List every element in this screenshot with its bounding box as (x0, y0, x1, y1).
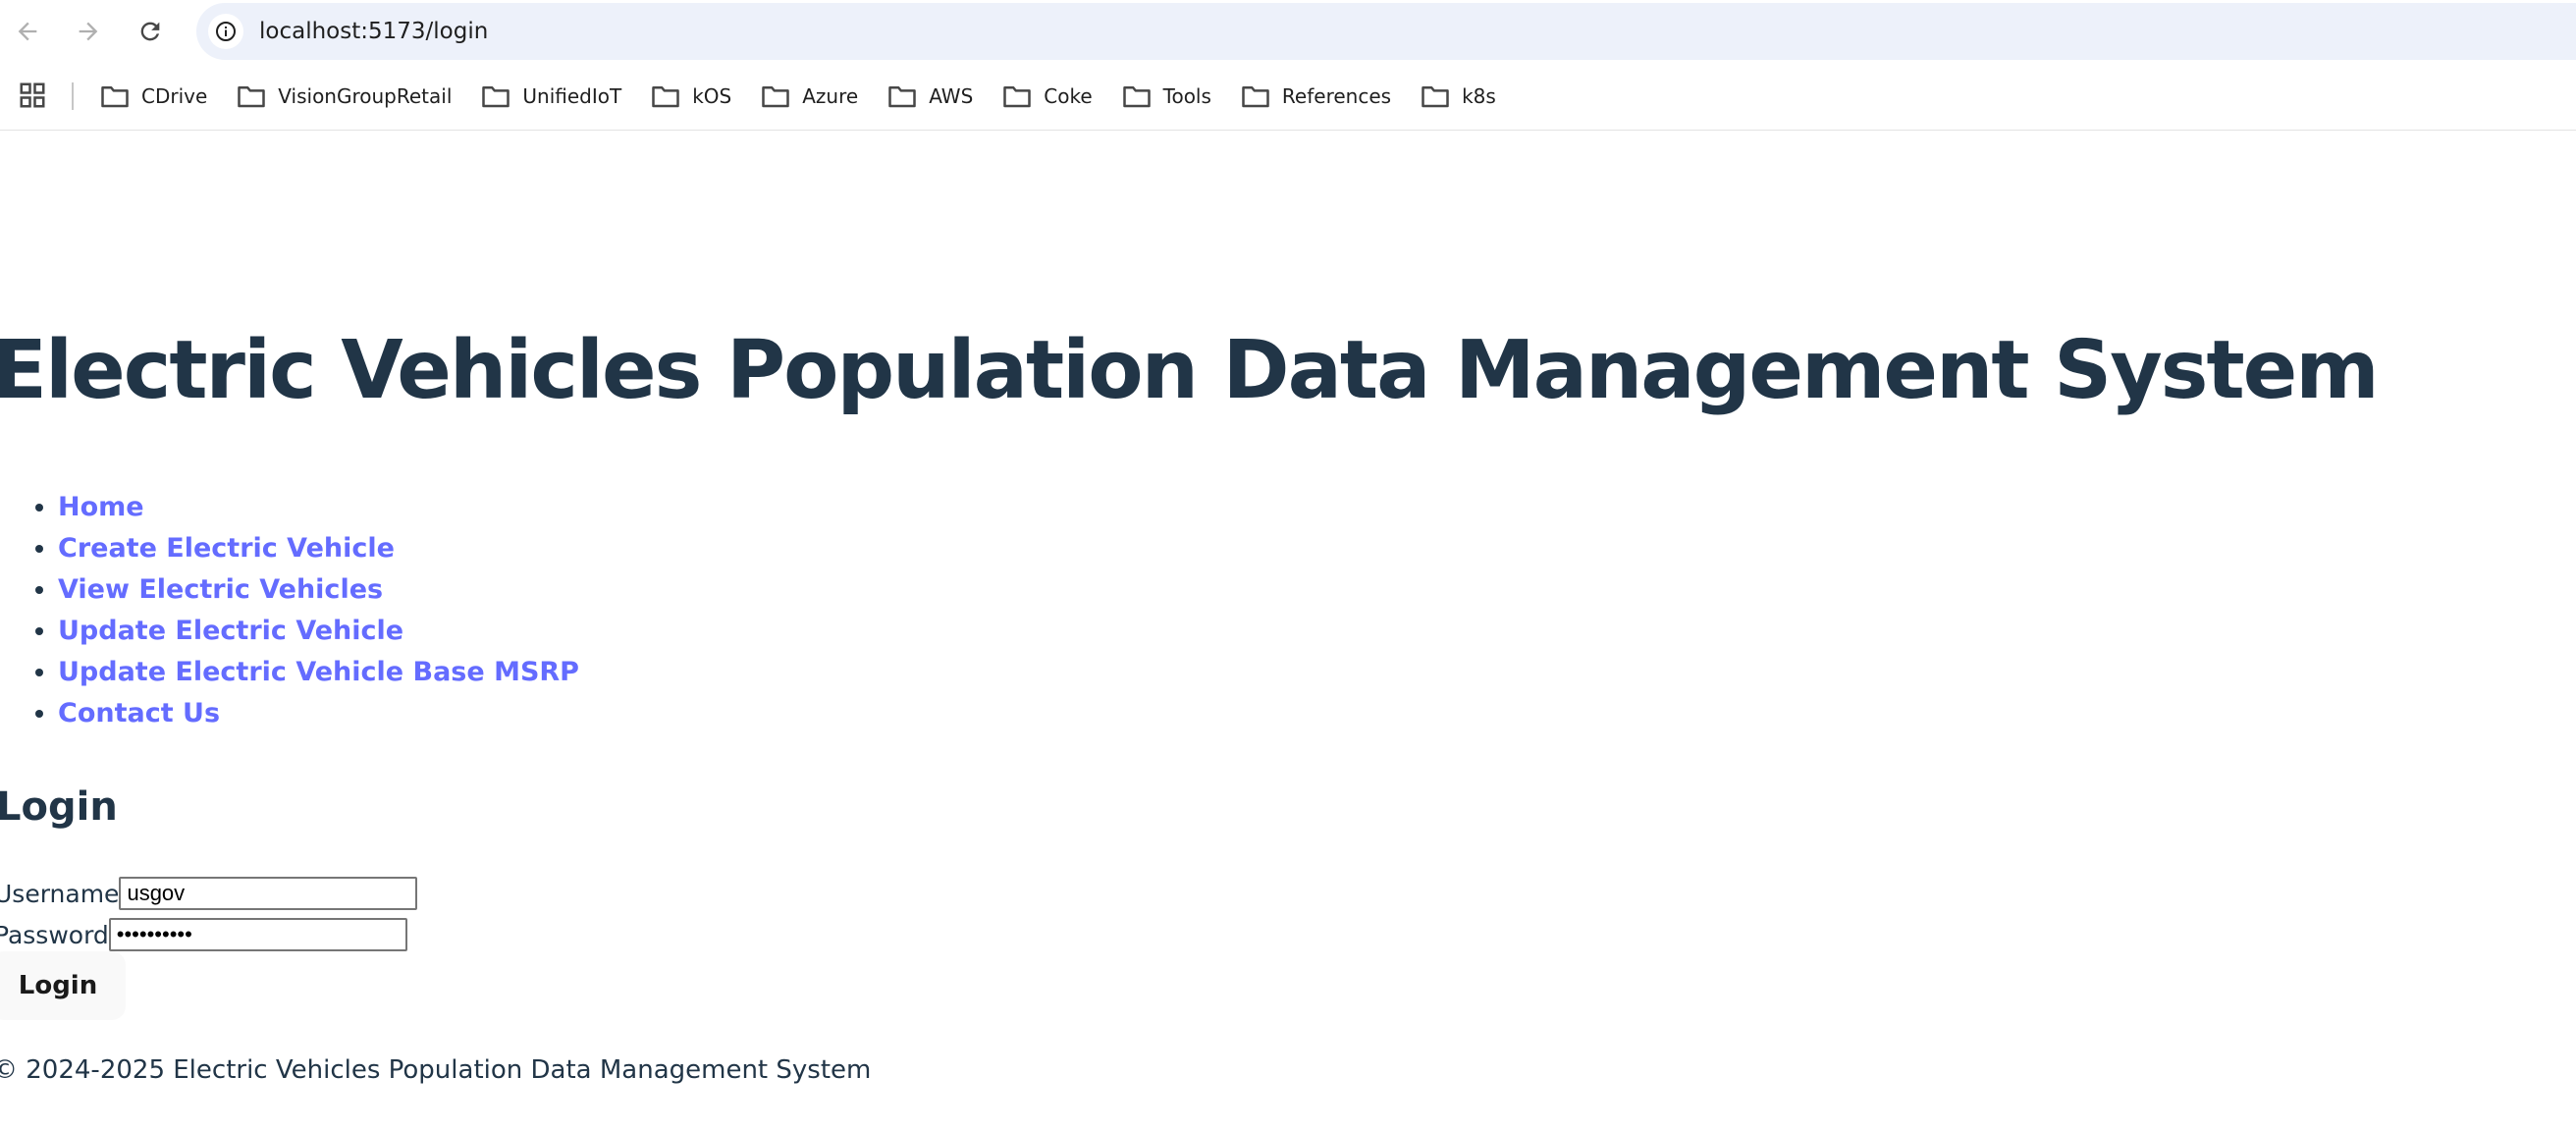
bookmark-folder-k8s[interactable]: k8s (1421, 77, 1510, 116)
main-nav: Home Create Electric Vehicle View Electr… (0, 487, 579, 734)
arrow-left-icon (18, 22, 37, 41)
page-content: Electric Vehicles Population Data Manage… (0, 131, 2576, 1131)
username-input[interactable] (119, 877, 418, 910)
password-input[interactable] (108, 918, 407, 951)
nav-item-create: Create Electric Vehicle (58, 528, 579, 569)
bookmark-folder-aws[interactable]: AWS (887, 77, 987, 116)
nav-link-update-electric-vehicle[interactable]: Update Electric Vehicle (58, 616, 403, 646)
bookmark-label: kOS (692, 84, 732, 108)
folder-icon (652, 86, 679, 108)
folder-icon (762, 86, 789, 108)
nav-link-home[interactable]: Home (58, 492, 144, 522)
bookmark-label: UnifiedIoT (522, 84, 622, 108)
forward-button[interactable] (69, 12, 108, 51)
folder-icon (888, 86, 916, 108)
login-button[interactable]: Login (0, 951, 126, 1020)
nav-link-view-electric-vehicles[interactable]: View Electric Vehicles (58, 574, 383, 605)
bookmark-folder-visiongroupretail[interactable]: VisionGroupRetail (237, 77, 465, 116)
bookmark-label: Coke (1044, 84, 1093, 108)
footer-copyright: © 2024-2025 Electric Vehicles Population… (0, 1055, 872, 1085)
bookmark-folders: CDrive VisionGroupRetail UnifiedIoT kOS … (100, 77, 1526, 116)
username-row: Username (0, 874, 418, 913)
bookmark-label: CDrive (141, 84, 208, 108)
bookmark-folder-azure[interactable]: Azure (761, 77, 872, 116)
url-text[interactable]: localhost:5173/login (259, 16, 488, 47)
bookmark-folder-coke[interactable]: Coke (1002, 77, 1105, 116)
page-title: Electric Vehicles Population Data Manage… (0, 324, 2380, 417)
password-row: Password (0, 915, 407, 954)
folder-icon (1003, 86, 1032, 108)
back-button[interactable] (8, 12, 47, 51)
reload-icon (140, 22, 160, 41)
nav-item-update-msrp: Update Electric Vehicle Base MSRP (58, 652, 579, 693)
bookmark-folder-unifiediot[interactable]: UnifiedIoT (481, 77, 635, 116)
folder-icon (1122, 86, 1151, 108)
info-icon (216, 22, 236, 41)
folder-icon (238, 86, 266, 108)
folder-icon (1422, 86, 1449, 108)
apps-grid-icon[interactable] (18, 81, 47, 110)
bookmark-folder-cdrive[interactable]: CDrive (100, 77, 221, 116)
bookmark-label: Tools (1162, 84, 1211, 108)
username-label: Username (0, 879, 120, 908)
arrow-right-icon (79, 22, 98, 41)
bookmark-folder-references[interactable]: References (1241, 77, 1405, 116)
reload-button[interactable] (131, 12, 170, 51)
folder-icon (1242, 86, 1269, 108)
nav-item-update: Update Electric Vehicle (58, 611, 579, 652)
address-bar[interactable]: localhost:5173/login (196, 3, 2576, 60)
password-label: Password (0, 920, 109, 949)
bookmark-label: VisionGroupRetail (278, 84, 453, 108)
login-heading: Login (0, 784, 118, 830)
bookmark-label: AWS (929, 84, 974, 108)
bookmark-folder-kos[interactable]: kOS (651, 77, 745, 116)
nav-item-contact: Contact Us (58, 693, 579, 734)
nav-link-update-base-msrp[interactable]: Update Electric Vehicle Base MSRP (58, 657, 579, 687)
nav-link-create-electric-vehicle[interactable]: Create Electric Vehicle (58, 533, 395, 564)
bookmark-label: k8s (1462, 84, 1496, 108)
folder-icon (101, 86, 129, 108)
folder-icon (482, 86, 510, 108)
nav-item-home: Home (58, 487, 579, 528)
bookmarks-bar: CDrive VisionGroupRetail UnifiedIoT kOS … (0, 63, 2576, 131)
nav-link-contact-us[interactable]: Contact Us (58, 698, 220, 728)
bookmark-label: References (1281, 84, 1392, 108)
bookmark-folder-tools[interactable]: Tools (1122, 77, 1225, 116)
browser-toolbar: localhost:5173/login (0, 0, 2576, 63)
site-info-button[interactable] (208, 14, 243, 49)
bookmark-label: Azure (802, 84, 859, 108)
nav-item-view: View Electric Vehicles (58, 569, 579, 611)
bookmarks-separator (72, 82, 74, 110)
